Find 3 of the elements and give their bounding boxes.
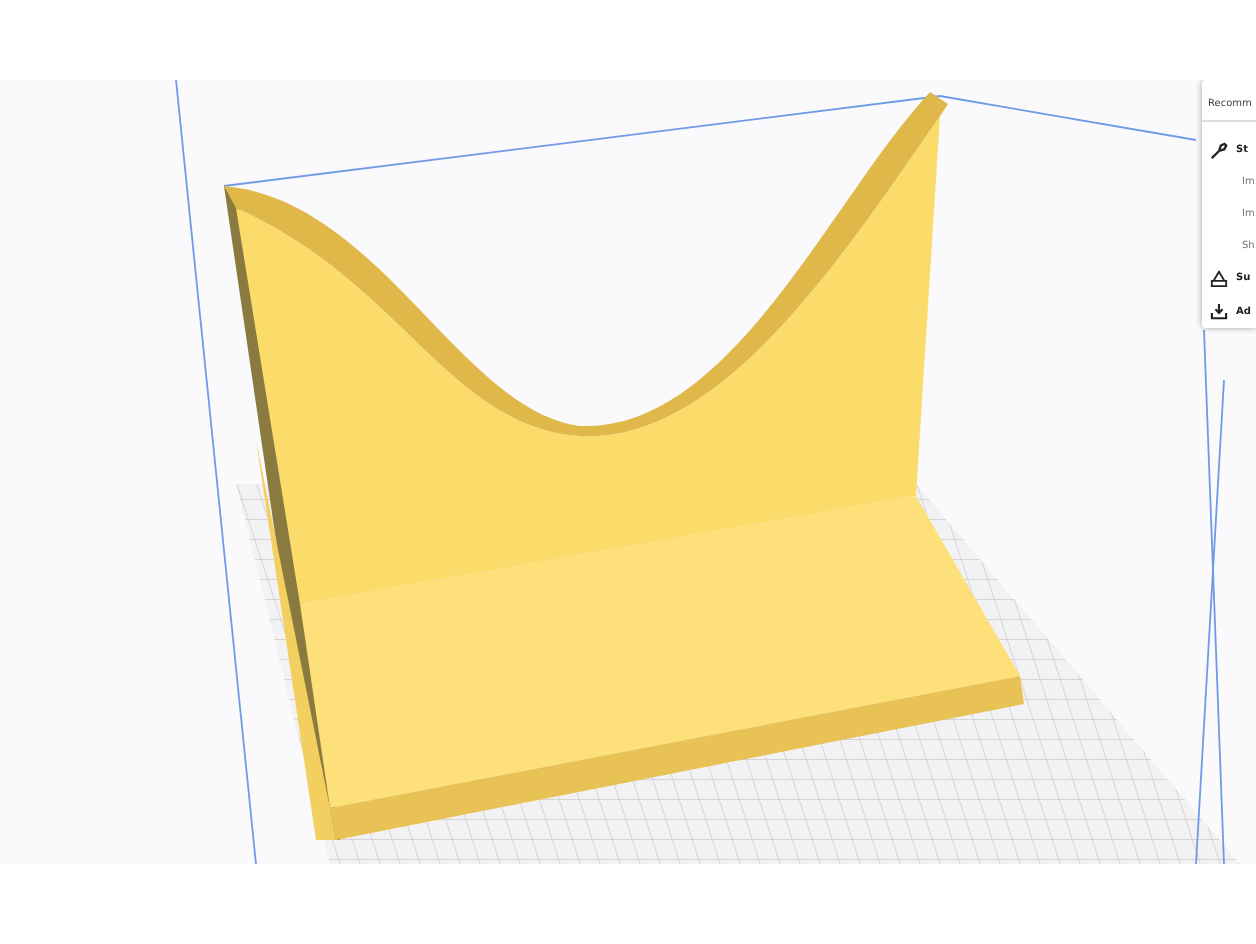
wrench-icon: [1210, 141, 1228, 160]
support-icon: [1210, 269, 1228, 288]
download-tray-icon: [1210, 303, 1228, 320]
